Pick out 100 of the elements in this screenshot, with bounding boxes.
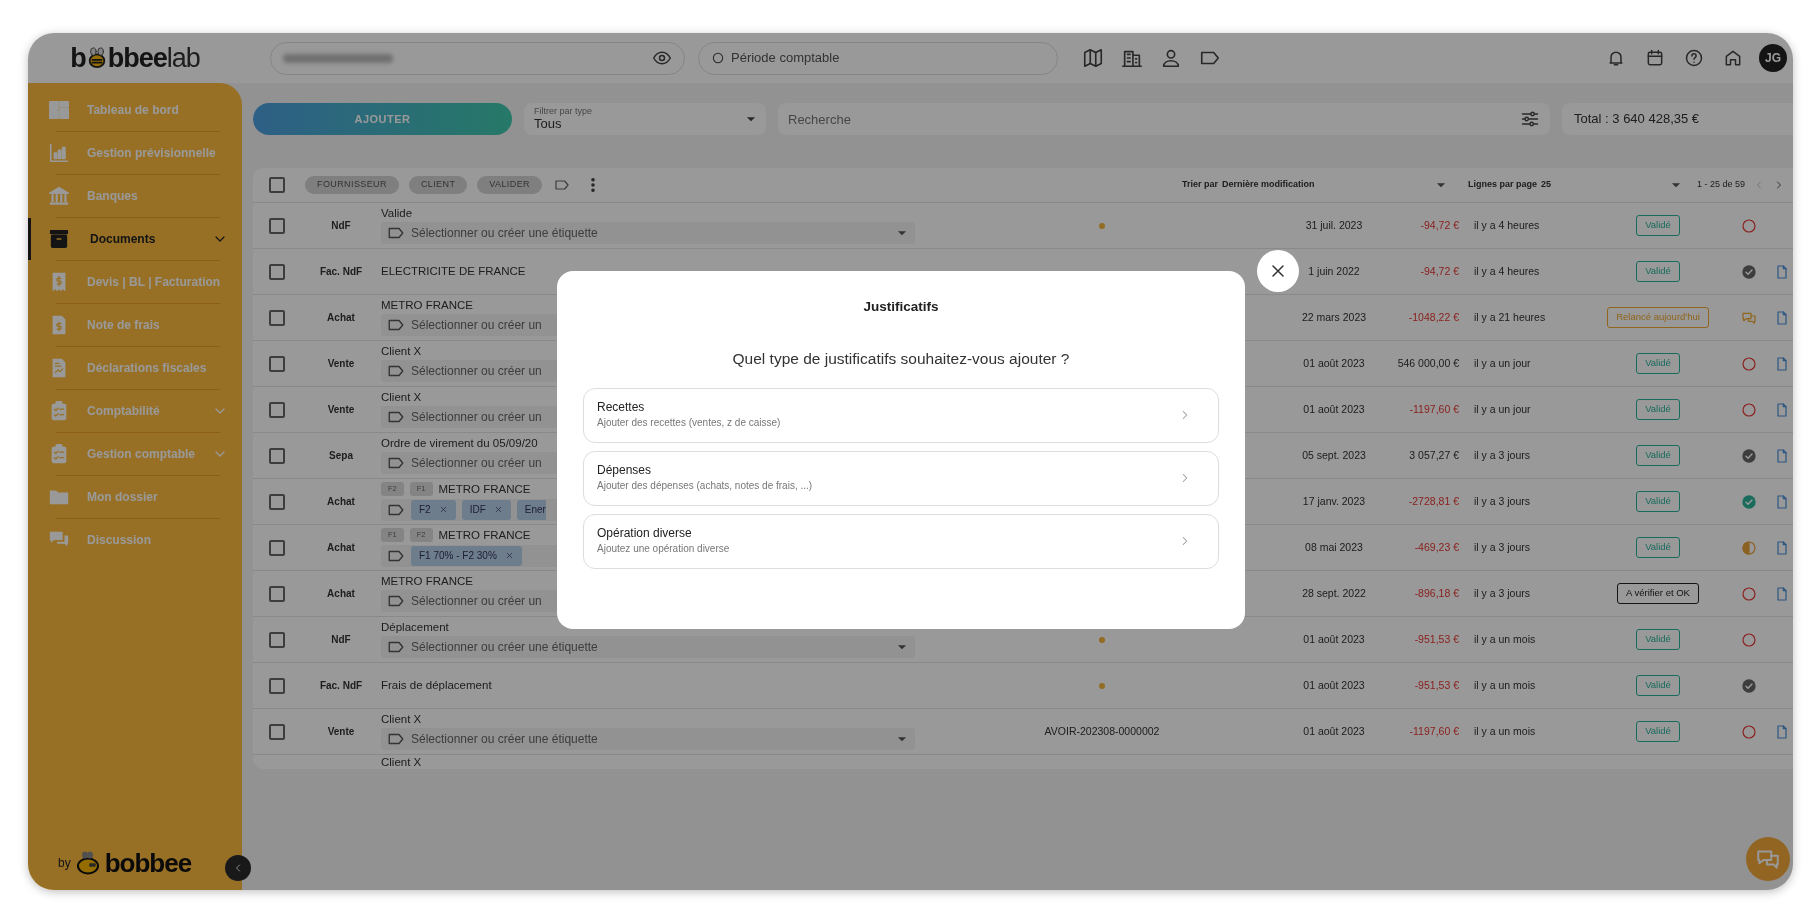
document-icon[interactable] <box>1774 355 1790 372</box>
option-button[interactable]: Opération diverse Ajoutez une opération diverse <box>583 513 1219 569</box>
status-badge[interactable]: Validé <box>1636 261 1680 282</box>
row-checkbox[interactable] <box>269 447 285 464</box>
row-title: Client X <box>381 712 422 726</box>
open-circle-icon[interactable] <box>1741 585 1757 602</box>
collapse-sidebar-button[interactable] <box>225 855 251 881</box>
check-circle-icon[interactable] <box>1741 263 1757 280</box>
check-circle-icon[interactable] <box>1741 447 1757 464</box>
tag-chip[interactable]: IDF <box>461 499 511 520</box>
status-badge[interactable]: Relancé aujourd'hui <box>1607 307 1709 328</box>
tag-icon[interactable] <box>553 177 570 193</box>
document-type: Achat <box>326 311 356 325</box>
row-title: Frais de déplacement <box>381 679 492 692</box>
document-type: Vente <box>326 357 356 371</box>
sidebar-item[interactable]: Gestion comptable <box>28 433 242 475</box>
filter-icon[interactable] <box>1520 109 1540 129</box>
map-icon[interactable] <box>1082 47 1104 69</box>
sidebar-item[interactable]: Banques <box>28 175 242 217</box>
sidebar-item[interactable]: Tableau de bord <box>28 89 242 131</box>
tag-chip[interactable]: F1 70% - F2 30% <box>411 545 522 566</box>
row-checkbox[interactable] <box>269 401 285 418</box>
tag-select-field[interactable]: Sélectionner ou créer une étiquette <box>381 728 915 751</box>
document-icon[interactable] <box>1774 309 1790 326</box>
status-badge[interactable]: Validé <box>1636 675 1680 696</box>
avatar[interactable]: JG <box>1759 44 1787 72</box>
search-field[interactable] <box>270 41 685 75</box>
row-checkbox[interactable] <box>269 263 285 280</box>
sidebar-item[interactable]: Comptabilité <box>28 390 242 432</box>
open-circle-icon[interactable] <box>1741 631 1757 648</box>
tag-select-field[interactable]: Sélectionner ou créer une étiquette <box>381 222 915 245</box>
option-button[interactable]: Recettes Ajouter des recettes (ventes, z de caisse) <box>583 387 1219 443</box>
remove-icon[interactable] <box>438 505 448 515</box>
document-icon[interactable] <box>1774 585 1790 602</box>
circle-icon <box>711 51 725 65</box>
help-icon[interactable] <box>1684 48 1704 68</box>
row-checkbox[interactable] <box>269 631 285 648</box>
row-checkbox[interactable] <box>269 355 285 372</box>
row-title: Valide <box>381 206 413 220</box>
document-icon[interactable] <box>1774 263 1790 280</box>
status-badge[interactable]: Validé <box>1636 537 1680 558</box>
open-circle-icon[interactable] <box>1741 355 1757 372</box>
amount: -1048,22 € <box>1407 309 1459 325</box>
type-filter-select[interactable]: Filtrer par type Tous <box>524 103 766 135</box>
updated-time: il y a 4 heures <box>1473 263 1541 279</box>
sidebar-item[interactable]: Déclarations fiscales <box>28 347 242 389</box>
document-type: Vente <box>326 403 356 417</box>
row-checkbox[interactable] <box>269 677 285 694</box>
select-all-checkbox[interactable] <box>269 177 285 193</box>
row-checkbox[interactable] <box>269 585 285 602</box>
add-button[interactable]: AJOUTER <box>253 103 512 135</box>
open-circle-icon[interactable] <box>1741 217 1757 234</box>
person-icon[interactable] <box>1160 47 1182 69</box>
document-icon[interactable] <box>1774 401 1790 418</box>
search-field[interactable]: Recherche <box>778 103 1550 135</box>
status-badge[interactable]: Validé <box>1636 491 1680 512</box>
check-circle-icon[interactable] <box>1741 677 1757 694</box>
remove-icon[interactable] <box>504 551 514 561</box>
document-icon[interactable] <box>1774 447 1790 464</box>
home-icon[interactable] <box>1723 48 1743 68</box>
updated-time: il y a 21 heures <box>1473 309 1547 325</box>
status-badge[interactable]: Validé <box>1636 353 1680 374</box>
eye-icon[interactable] <box>652 48 672 68</box>
sort-select[interactable]: Trier par Dernière modification <box>1181 178 1448 192</box>
tag-chip[interactable]: F2 <box>411 499 456 520</box>
row-checkbox[interactable] <box>269 217 285 234</box>
filter-chip[interactable]: VALIDER <box>477 176 542 194</box>
sidebar-item[interactable]: Gestion prévisionnelle <box>28 132 242 174</box>
status-badge[interactable]: Validé <box>1636 629 1680 650</box>
check-circle-icon[interactable] <box>1741 493 1757 510</box>
row-checkbox[interactable] <box>269 493 285 510</box>
sidebar-item[interactable]: Documents <box>28 218 242 260</box>
period-field[interactable]: Période comptable <box>698 41 1058 75</box>
tag-chip[interactable]: Ener <box>516 499 546 520</box>
status-badge[interactable]: Validé <box>1636 399 1680 420</box>
sidebar-item[interactable]: Discussion <box>28 519 242 561</box>
updated-time: il y a un mois <box>1473 677 1537 693</box>
row-checkbox[interactable] <box>269 723 285 740</box>
updated-time: il y a 3 jours <box>1473 493 1532 509</box>
option-button[interactable]: Dépenses Ajouter des dépenses (achats, notes de frais, ...) <box>583 450 1219 506</box>
status-badge[interactable]: Validé <box>1636 215 1680 236</box>
document-icon[interactable] <box>1774 539 1790 556</box>
sidebar-item[interactable]: Mon dossier <box>28 476 242 518</box>
tag-select-field[interactable]: Sélectionner ou créer une étiquette <box>381 636 915 659</box>
status-badge[interactable]: Validé <box>1636 721 1680 742</box>
document-icon[interactable] <box>1774 723 1790 740</box>
sidebar-item[interactable]: Note de frais <box>28 304 242 346</box>
filter-chip[interactable]: CLIENT <box>408 176 468 194</box>
calendar-icon[interactable] <box>1645 48 1665 68</box>
row-checkbox[interactable] <box>269 309 285 326</box>
open-circle-icon[interactable] <box>1741 401 1757 418</box>
status-badge[interactable]: Validé <box>1636 445 1680 466</box>
sidebar-item[interactable]: Devis | BL | Facturation <box>28 261 242 303</box>
rows-per-page-select[interactable]: Lignes par page 25 <box>1467 178 1683 192</box>
open-circle-icon[interactable] <box>1741 723 1757 740</box>
row-checkbox[interactable] <box>269 539 285 556</box>
document-icon[interactable] <box>1774 493 1790 510</box>
filter-chip[interactable]: FOURNISSEUR <box>305 176 399 194</box>
status-badge[interactable]: A vérifier et OK <box>1617 583 1699 604</box>
remove-icon[interactable] <box>493 505 503 515</box>
